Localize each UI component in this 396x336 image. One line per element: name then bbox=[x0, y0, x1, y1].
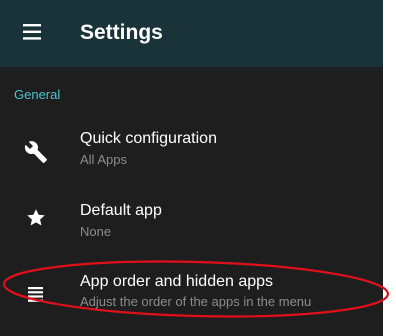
settings-item-quick-configuration[interactable]: Quick configuration All Apps bbox=[0, 118, 383, 186]
star-icon bbox=[27, 209, 45, 226]
settings-item-app-order-hidden-apps[interactable]: App order and hidden apps Adjust the ord… bbox=[0, 260, 383, 328]
item-subtitle: None bbox=[80, 224, 112, 239]
hamburger-menu-button[interactable] bbox=[23, 23, 47, 43]
item-title: Default app bbox=[80, 202, 162, 219]
item-title: Quick configuration bbox=[80, 130, 217, 147]
page-title: Settings bbox=[80, 21, 163, 44]
settings-item-default-app[interactable]: Default app None bbox=[0, 186, 383, 254]
hamburger-menu-icon bbox=[23, 24, 41, 40]
section-header-general: General bbox=[14, 87, 61, 102]
item-title: App order and hidden apps bbox=[80, 273, 274, 290]
wrench-icon bbox=[24, 141, 47, 163]
item-subtitle: All Apps bbox=[80, 152, 127, 167]
list-icon bbox=[28, 287, 43, 302]
item-subtitle: Adjust the order of the apps in the menu bbox=[80, 294, 312, 309]
app-bar: Settings bbox=[0, 0, 383, 67]
settings-screen: Settings General Quick configuration All… bbox=[0, 0, 383, 336]
